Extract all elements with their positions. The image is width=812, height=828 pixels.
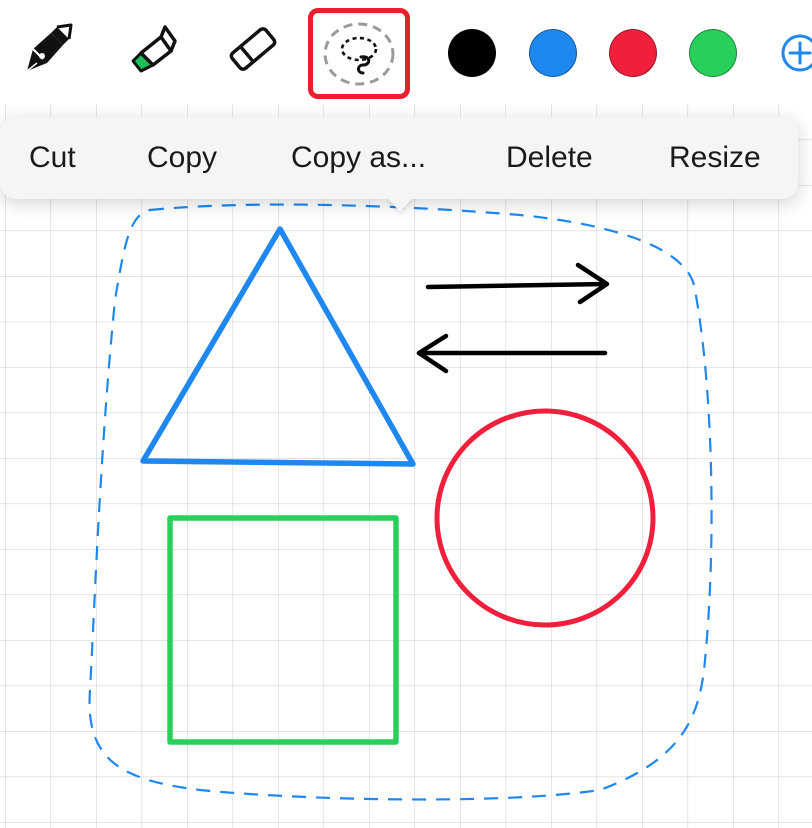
eraser-tool-button[interactable] [218, 14, 288, 84]
fountain-pen-icon [26, 23, 73, 72]
menu-copy-as[interactable]: Copy as... [291, 117, 426, 199]
add-color-icon [781, 34, 812, 72]
toolbar [0, 0, 812, 104]
pen-tool-button[interactable] [14, 14, 84, 84]
eraser-icon [229, 27, 277, 71]
color-swatch-red[interactable] [609, 29, 657, 77]
highlighter-tool-button[interactable] [114, 14, 184, 84]
color-swatch-green[interactable] [689, 29, 737, 77]
color-swatch-black[interactable] [448, 29, 496, 77]
add-color-button[interactable] [780, 33, 812, 73]
menu-copy[interactable]: Copy [147, 117, 217, 199]
menu-resize[interactable]: Resize [669, 117, 761, 199]
menu-cut[interactable]: Cut [29, 117, 76, 199]
context-menu-pointer [386, 196, 414, 212]
lasso-tool-button[interactable] [308, 8, 410, 99]
lasso-icon [323, 22, 395, 85]
menu-delete[interactable]: Delete [506, 117, 593, 199]
selection-context-menu: Cut Copy Copy as... Delete Resize [0, 117, 798, 199]
highlighter-icon [131, 25, 177, 73]
color-swatch-blue[interactable] [529, 29, 577, 77]
